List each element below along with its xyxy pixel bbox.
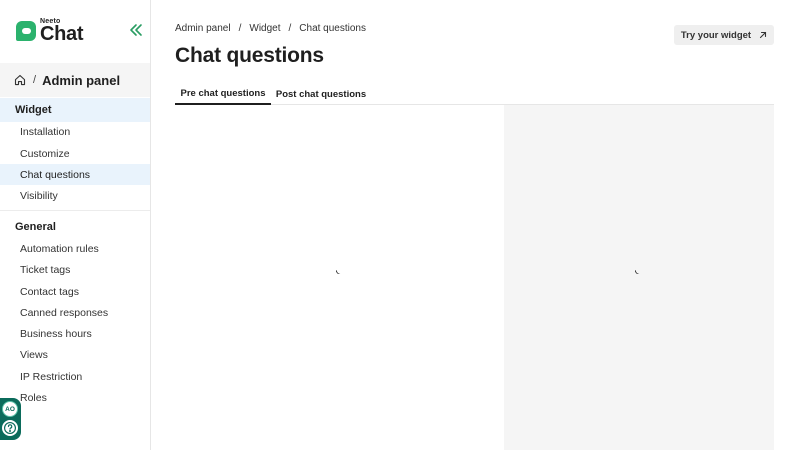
app-logo[interactable]: Neeto Chat [16, 18, 84, 45]
arrow-up-right-icon [759, 31, 767, 39]
collapse-icon [130, 24, 142, 36]
sidebar-item-canned-responses[interactable]: Canned responses [0, 302, 150, 323]
sidebar-item-ip-restriction[interactable]: IP Restriction [0, 366, 150, 387]
breadcrumb-separator: / [238, 23, 242, 34]
loading-spinner-icon [334, 266, 344, 276]
breadcrumb-admin-panel[interactable]: Admin panel [175, 23, 231, 34]
admin-panel-header[interactable]: / Admin panel [0, 63, 150, 97]
try-your-widget-label: Try your widget [680, 29, 752, 41]
tab-bar: Pre chat questions Post chat questions [175, 84, 774, 105]
home-icon[interactable] [14, 74, 26, 86]
sidebar-item-chat-questions[interactable]: Chat questions [0, 164, 150, 185]
loading-spinner-icon [633, 266, 643, 276]
sidebar-item-installation[interactable]: Installation [0, 121, 150, 142]
sidebar-item-automation-rules[interactable]: Automation rules [0, 238, 150, 259]
widget-preview-panel [504, 105, 774, 450]
questions-panel [175, 105, 504, 450]
sidebar-item-contact-tags[interactable]: Contact tags [0, 281, 150, 302]
admin-separator: / [33, 74, 37, 86]
sidebar-divider [0, 210, 150, 211]
breadcrumb-widget[interactable]: Widget [249, 23, 280, 34]
breadcrumb: Admin panel / Widget / Chat questions [175, 23, 366, 34]
sidebar-section-widget[interactable]: Widget [0, 98, 150, 122]
sidebar-item-customize[interactable]: Customize [0, 143, 150, 164]
sidebar-section-general[interactable]: General [0, 215, 150, 239]
help-icon[interactable] [2, 420, 18, 436]
user-widget: AO [0, 398, 21, 440]
admin-title: Admin panel [42, 72, 121, 88]
collapse-sidebar-button[interactable] [128, 22, 144, 38]
avatar[interactable]: AO [2, 401, 18, 417]
logo-product-text: Chat [40, 23, 84, 45]
sidebar-item-views[interactable]: Views [0, 344, 150, 365]
breadcrumb-separator: / [288, 23, 292, 34]
sidebar-item-visibility[interactable]: Visibility [0, 185, 150, 206]
sidebar-item-business-hours[interactable]: Business hours [0, 323, 150, 344]
chat-logo-icon [16, 21, 36, 41]
breadcrumb-chat-questions: Chat questions [299, 23, 366, 34]
page-title: Chat questions [175, 44, 324, 67]
try-your-widget-button[interactable]: Try your widget [674, 25, 774, 45]
sidebar-item-roles[interactable]: Roles [0, 387, 150, 408]
sidebar: Neeto Chat / Admin panel Widget Installa… [0, 0, 151, 450]
tab-post-chat-questions[interactable]: Post chat questions [271, 84, 371, 105]
sidebar-item-ticket-tags[interactable]: Ticket tags [0, 259, 150, 280]
tab-pre-chat-questions[interactable]: Pre chat questions [175, 84, 271, 105]
